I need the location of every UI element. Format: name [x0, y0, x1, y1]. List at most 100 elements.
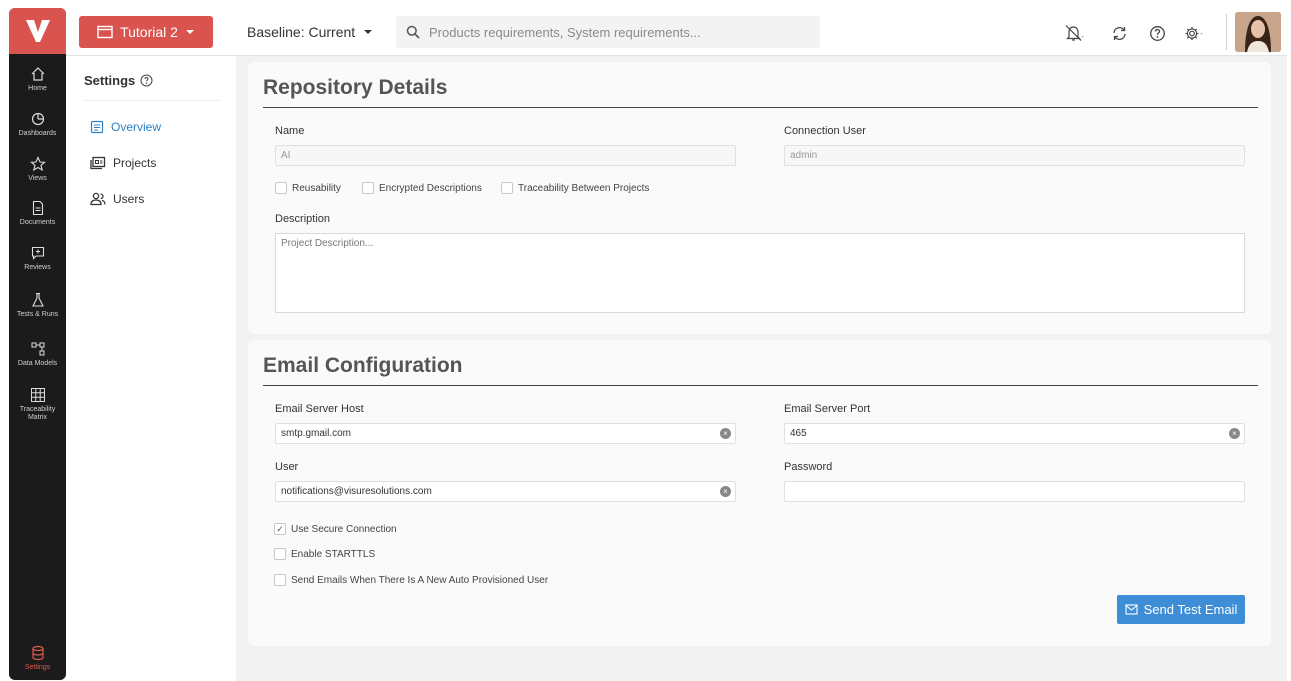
topbar-divider — [1226, 14, 1227, 50]
settings-gear-button[interactable] — [1184, 23, 1204, 43]
data-model-icon — [31, 342, 44, 356]
repository-heading: Repository Details — [263, 76, 448, 99]
settings-nav-projects[interactable]: Projects — [90, 156, 156, 170]
email-port-label: Email Server Port — [784, 403, 871, 415]
description-textarea[interactable]: Project Description... — [275, 233, 1245, 313]
settings-title-text: Settings — [84, 73, 136, 88]
repository-details-card: Repository Details Name AI Connection Us… — [248, 62, 1271, 334]
rail-label: Tests & Runs — [16, 311, 59, 318]
checkbox-label: Enable STARTTLS — [291, 548, 376, 560]
email-configuration-card: Email Configuration Email Server Host sm… — [248, 340, 1271, 646]
top-bar: Tutorial 2 Baseline: Current — [66, 8, 1287, 56]
app-logo[interactable] — [9, 8, 66, 54]
email-user-field[interactable]: notifications@visuresolutions.com × — [275, 481, 736, 502]
overview-icon — [90, 120, 104, 134]
email-heading: Email Configuration — [263, 354, 463, 377]
rail-label: Home — [28, 85, 47, 92]
rail-item-settings[interactable]: Settings — [9, 645, 66, 672]
clear-icon[interactable]: × — [720, 486, 731, 497]
email-port-field[interactable]: 465 × — [784, 423, 1245, 444]
rail-label: Settings — [24, 664, 51, 671]
enable-starttls-checkbox[interactable]: Enable STARTTLS — [274, 548, 375, 560]
home-icon — [31, 67, 44, 81]
sync-button[interactable] — [1109, 23, 1129, 43]
description-label: Description — [275, 213, 331, 225]
help-icon — [1149, 25, 1165, 41]
projects-icon — [90, 156, 106, 170]
dashboard-icon — [31, 112, 44, 126]
notifications-button[interactable] — [1064, 23, 1084, 43]
email-user-value: notifications@visuresolutions.com — [281, 486, 432, 497]
settings-title: Settings — [84, 73, 153, 88]
email-user-label: User — [275, 461, 299, 473]
clear-icon[interactable]: × — [1229, 428, 1240, 439]
bell-off-icon — [1065, 25, 1084, 41]
help-button[interactable] — [1147, 23, 1167, 43]
checkbox-box[interactable] — [275, 182, 287, 194]
help-icon[interactable] — [140, 74, 153, 87]
baseline-label: Baseline: Current — [247, 24, 356, 40]
use-secure-connection-checkbox[interactable]: ✓ Use Secure Connection — [274, 523, 397, 535]
baseline-selector[interactable]: Baseline: Current — [247, 24, 373, 40]
database-icon — [31, 645, 44, 661]
star-icon — [29, 156, 46, 172]
reusability-checkbox[interactable]: Reusability — [275, 182, 341, 194]
settings-nav-overview[interactable]: Overview — [90, 120, 161, 134]
rail-label: Reviews — [24, 264, 51, 271]
name-label: Name — [275, 125, 305, 137]
user-avatar[interactable] — [1235, 12, 1281, 52]
traceability-between-projects-checkbox[interactable]: Traceability Between Projects — [501, 182, 649, 194]
checkbox-box[interactable] — [501, 182, 513, 194]
matrix-icon — [30, 388, 45, 402]
main-content: Repository Details Name AI Connection Us… — [236, 56, 1287, 681]
checkbox-box[interactable] — [274, 574, 286, 586]
checkbox-label: Encrypted Descriptions — [379, 182, 482, 194]
app-rail: Home Dashboards Views Documents Reviews … — [9, 8, 66, 680]
rail-item-documents[interactable]: Documents — [9, 200, 66, 227]
password-label: Password — [784, 461, 833, 473]
rail-item-data-models[interactable]: Data Models — [9, 341, 66, 368]
checkbox-box[interactable] — [362, 182, 374, 194]
envelope-icon — [1125, 604, 1138, 615]
connection-user-field[interactable]: admin — [784, 145, 1245, 166]
caret-down-icon — [364, 30, 373, 34]
rail-item-dashboards[interactable]: Dashboards — [9, 111, 66, 138]
settings-nav-users[interactable]: Users — [90, 192, 144, 206]
send-test-email-button[interactable]: Send Test Email — [1117, 595, 1245, 624]
review-icon — [31, 246, 44, 260]
rail-item-home[interactable]: Home — [9, 66, 66, 93]
search-input[interactable] — [429, 24, 809, 40]
rail-item-views[interactable]: Views — [9, 156, 66, 183]
encrypted-descriptions-checkbox[interactable]: Encrypted Descriptions — [362, 182, 482, 194]
search-bar[interactable] — [396, 16, 820, 48]
checkbox-box-checked[interactable]: ✓ — [274, 523, 286, 535]
checkbox-label: Use Secure Connection — [291, 523, 397, 535]
checkbox-label: Send Emails When There Is A New Auto Pro… — [291, 574, 549, 586]
rail-label: Documents — [19, 219, 56, 226]
password-field[interactable] — [784, 481, 1245, 502]
settings-sidebar: Settings Overview Projects Users — [72, 60, 232, 680]
heading-rule — [263, 385, 1258, 386]
sync-icon — [1112, 26, 1126, 40]
send-test-email-label: Send Test Email — [1143, 602, 1238, 617]
rail-label: Traceability Matrix — [19, 406, 56, 421]
name-value: AI — [281, 150, 291, 161]
flask-icon — [31, 292, 44, 307]
email-host-field[interactable]: smtp.gmail.com × — [275, 423, 736, 444]
connection-user-label: Connection User — [784, 125, 866, 137]
clear-icon[interactable]: × — [720, 428, 731, 439]
rail-item-tests-runs[interactable]: Tests & Runs — [9, 292, 66, 319]
rail-item-reviews[interactable]: Reviews — [9, 245, 66, 272]
name-field[interactable]: AI — [275, 145, 736, 166]
settings-nav-label: Overview — [111, 120, 162, 134]
description-placeholder: Project Description... — [281, 238, 374, 249]
project-selector-button[interactable]: Tutorial 2 — [79, 16, 213, 48]
checkbox-box[interactable] — [274, 548, 286, 560]
rail-item-traceability-matrix[interactable]: Traceability Matrix — [9, 387, 66, 422]
auto-provisioned-user-email-checkbox[interactable]: Send Emails When There Is A New Auto Pro… — [274, 574, 548, 586]
heading-rule — [263, 107, 1258, 108]
search-icon — [406, 25, 420, 39]
rail-label: Data Models — [17, 360, 58, 367]
rail-label: Views — [28, 175, 47, 182]
gear-icon — [1185, 26, 1203, 40]
